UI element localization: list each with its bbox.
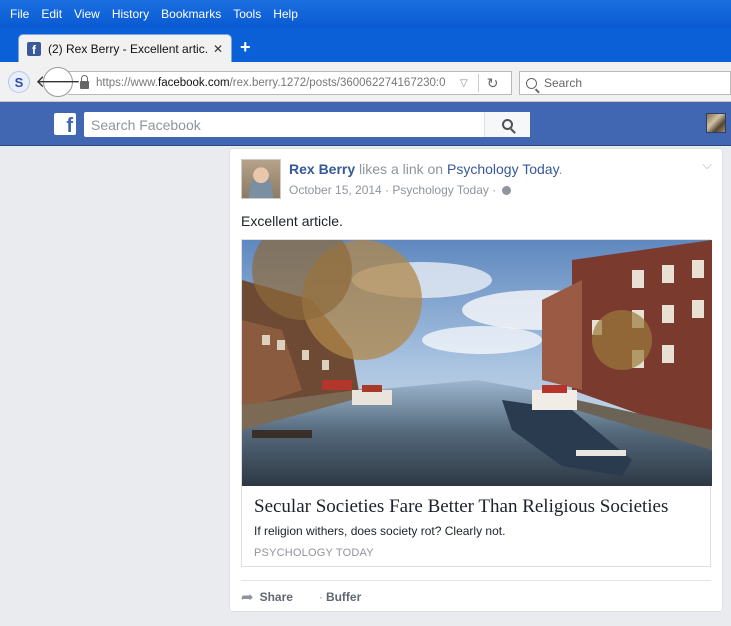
browser-search-input[interactable]: Search <box>519 71 731 95</box>
link-title[interactable]: Secular Societies Fare Better Than Relig… <box>254 496 668 518</box>
post-header: Rex Berry likes a link on Psychology Tod… <box>289 161 562 177</box>
reload-icon[interactable]: ↻ <box>487 75 499 92</box>
author-avatar[interactable] <box>241 159 281 199</box>
profile-avatar[interactable] <box>706 113 726 133</box>
back-arrow-icon: 🡐 <box>35 72 81 91</box>
tab-close-icon[interactable]: ✕ <box>213 42 223 56</box>
menu-edit[interactable]: Edit <box>41 7 62 21</box>
lock-icon[interactable] <box>80 75 89 89</box>
menu-history[interactable]: History <box>112 7 149 21</box>
post-action-text: likes a link on <box>355 161 447 177</box>
new-tab-button[interactable]: + <box>240 38 251 56</box>
browser-search-placeholder: Search <box>544 76 583 90</box>
tab-strip: f (2) Rex Berry - Excellent artic... ✕ + <box>0 28 731 63</box>
facebook-search-input[interactable]: Search Facebook <box>84 112 530 137</box>
url-dropdown-icon[interactable]: ▽ <box>460 78 468 89</box>
menu-view[interactable]: View <box>74 7 100 21</box>
facebook-logo-icon[interactable]: f <box>54 113 76 136</box>
author-name-link[interactable]: Rex Berry <box>289 161 355 177</box>
back-button[interactable]: 🡐 <box>35 67 81 97</box>
facebook-header: f Search Facebook <box>0 102 731 146</box>
post-timestamp[interactable]: October 15, 2014 · Psychology Today · <box>289 183 500 197</box>
navigation-toolbar: S https://www.facebook.com/rex.berry.127… <box>0 62 731 102</box>
search-icon <box>502 119 513 130</box>
url-bar[interactable]: https://www.facebook.com/rex.berry.1272/… <box>68 71 512 95</box>
facebook-favicon-icon: f <box>27 42 41 56</box>
share-arrow-icon: ➦ <box>241 589 254 606</box>
globe-icon <box>501 186 511 195</box>
menu-tools[interactable]: Tools <box>233 7 261 21</box>
url-divider <box>477 74 479 92</box>
post-text: Excellent article. <box>241 213 343 229</box>
facebook-search-placeholder: Search Facebook <box>91 116 201 133</box>
url-text[interactable]: https://www.facebook.com/rex.berry.1272/… <box>96 77 456 89</box>
tab-facebook-post[interactable]: f (2) Rex Berry - Excellent artic... ✕ <box>18 34 232 63</box>
link-preview-card[interactable]: Secular Societies Fare Better Than Relig… <box>241 239 712 567</box>
post-meta: October 15, 2014 · Psychology Today · <box>289 183 511 197</box>
tab-title: (2) Rex Berry - Excellent artic... <box>48 42 207 56</box>
page-link[interactable]: Psychology Today <box>447 161 559 177</box>
link-description: If religion withers, does society rot? C… <box>254 524 506 538</box>
buffer-button[interactable]: Buffer <box>319 590 361 604</box>
menu-help[interactable]: Help <box>273 7 298 21</box>
share-label: Share <box>259 590 293 604</box>
post-card: Rex Berry likes a link on Psychology Tod… <box>229 148 723 612</box>
link-source: PSYCHOLOGY TODAY <box>254 547 374 559</box>
amsterdam-canal-image <box>242 240 712 486</box>
post-actions: ➦ Share Buffer <box>241 588 361 606</box>
post-header-period: . <box>558 161 563 177</box>
facebook-search-button[interactable] <box>484 112 530 137</box>
s-extension-icon[interactable]: S <box>8 71 30 93</box>
menu-file[interactable]: File <box>10 7 29 21</box>
chevron-down-icon[interactable]: ⌵ <box>702 157 712 173</box>
menu-bar: File Edit View History Bookmarks Tools H… <box>0 0 731 28</box>
action-divider <box>241 580 711 581</box>
share-button[interactable]: ➦ Share <box>241 588 293 606</box>
link-preview-image[interactable] <box>242 240 712 486</box>
search-icon <box>526 77 537 89</box>
menu-bookmarks[interactable]: Bookmarks <box>161 7 221 21</box>
